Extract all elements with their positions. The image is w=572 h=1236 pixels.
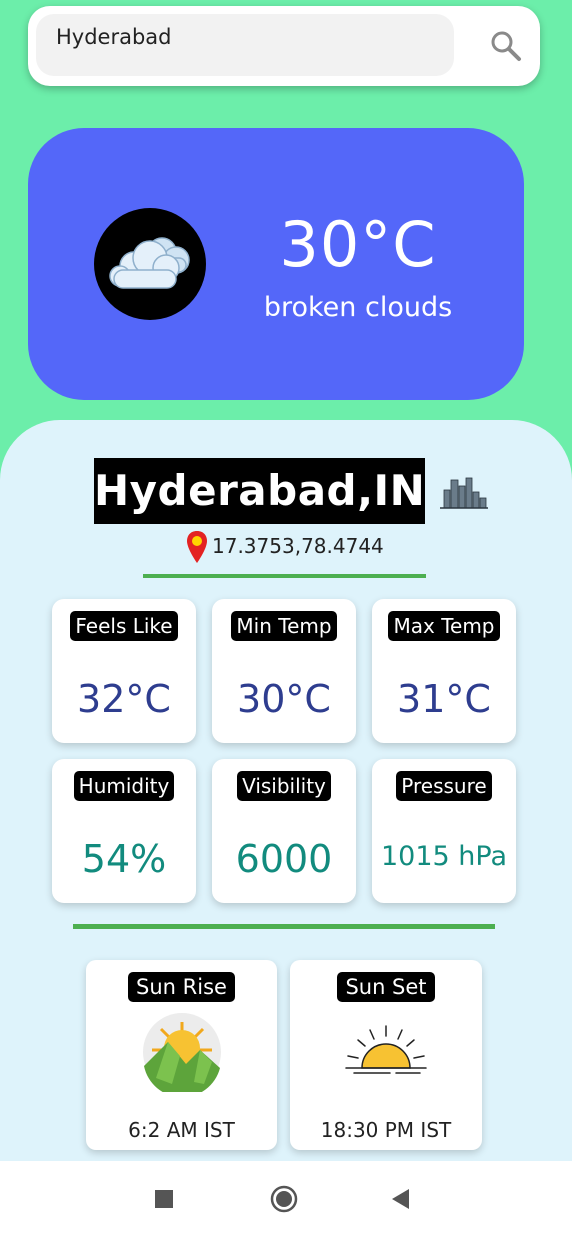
sunrise-time: 6:2 AM IST xyxy=(128,1118,235,1142)
divider xyxy=(73,924,495,929)
location-pin-icon xyxy=(187,531,207,563)
stat-value: 30°C xyxy=(237,677,331,721)
stat-value: 1015 hPa xyxy=(380,841,508,872)
stat-value: 31°C xyxy=(397,677,491,721)
city-name: Hyderabad,IN xyxy=(94,458,425,524)
search-icon[interactable] xyxy=(488,28,524,64)
visibility-card: Visibility 6000 xyxy=(212,759,356,903)
square-icon[interactable] xyxy=(154,1189,174,1209)
stat-label: Feels Like xyxy=(70,611,178,641)
stat-value: 32°C xyxy=(77,677,171,721)
stat-label: Max Temp xyxy=(388,611,500,641)
circle-icon[interactable] xyxy=(270,1185,298,1213)
current-temperature: 30°C xyxy=(279,208,437,281)
current-weather-card: 30°C broken clouds xyxy=(28,128,524,400)
sunset-card: Sun Set 18:30 PM IST xyxy=(290,960,482,1150)
search-input[interactable] xyxy=(36,14,454,76)
sunrise-label: Sun Rise xyxy=(128,972,235,1002)
stat-value: 6000 xyxy=(235,837,333,881)
stat-label: Pressure xyxy=(396,771,492,801)
humidity-card: Humidity 54% xyxy=(52,759,196,903)
sunset-time: 18:30 PM IST xyxy=(320,1118,452,1142)
pressure-card: Pressure 1015 hPa xyxy=(372,759,516,903)
stat-label: Visibility xyxy=(237,771,331,801)
sunset-icon xyxy=(345,1025,427,1074)
system-nav-bar xyxy=(0,1161,572,1236)
cloud-icon xyxy=(94,208,206,320)
max-temp-card: Max Temp 31°C xyxy=(372,599,516,743)
city-skyline-icon xyxy=(440,477,488,509)
search-bar xyxy=(28,6,540,86)
sunrise-card: Sun Rise 6:2 AM IST xyxy=(86,960,277,1150)
coordinates: 17.3753,78.4744 xyxy=(212,534,384,558)
stat-value: 54% xyxy=(81,837,167,881)
stat-label: Min Temp xyxy=(231,611,337,641)
stat-label: Humidity xyxy=(73,771,175,801)
feels-like-card: Feels Like 32°C xyxy=(52,599,196,743)
sunrise-icon xyxy=(143,1013,221,1092)
divider xyxy=(143,574,426,578)
sunset-label: Sun Set xyxy=(337,972,435,1002)
weather-description: broken clouds xyxy=(263,292,453,323)
min-temp-card: Min Temp 30°C xyxy=(212,599,356,743)
triangle-back-icon[interactable] xyxy=(390,1188,412,1210)
